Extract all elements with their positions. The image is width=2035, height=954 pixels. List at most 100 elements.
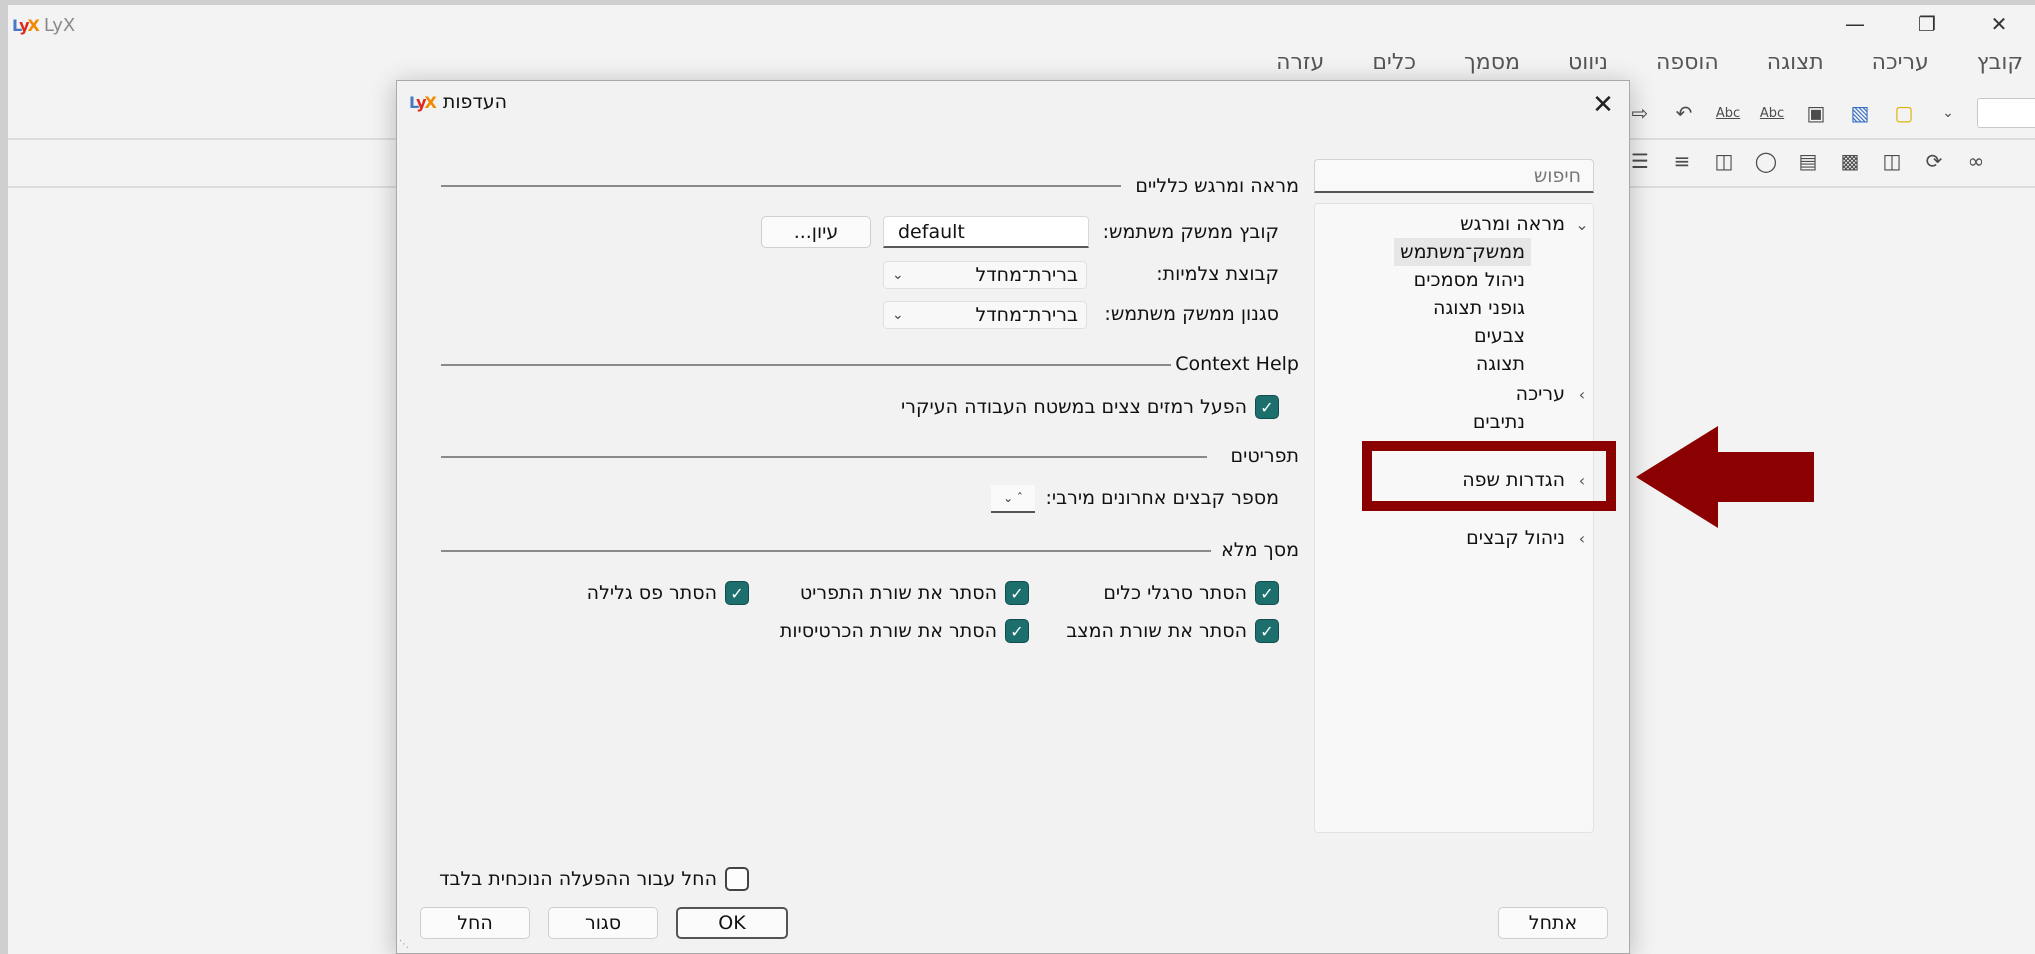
close-button[interactable]: סגור (548, 907, 658, 939)
apply-current-session-checkbox[interactable]: החל עבור ההפעלה הנוכחית בלבד (439, 865, 749, 893)
ui-file-input[interactable] (883, 216, 1089, 248)
view-icon[interactable]: ◯ (1751, 146, 1781, 176)
category-tree: ⌄ מראה ומרגש ממשק־משתמש ניהול מסמכים גופ… (1314, 203, 1594, 833)
menu-navigate[interactable]: ניווט (1568, 50, 1608, 84)
menu-insert[interactable]: הוספה (1656, 50, 1719, 84)
menu-document[interactable]: מסמך (1464, 50, 1520, 84)
document-icon[interactable]: ▤ (1793, 146, 1823, 176)
tree-item-document-handling[interactable]: ניהול מסמכים (1414, 266, 1525, 294)
ui-style-combo[interactable]: ברירת־מחדל ⌄ (883, 301, 1087, 329)
apply-button[interactable]: החל (420, 907, 530, 939)
menu-edit[interactable]: עריכה (1872, 50, 1929, 84)
spellcheck-icon[interactable]: Abc (1713, 98, 1743, 128)
ui-style-label: סגנון ממשק משתמש: (1104, 303, 1279, 325)
tooltips-checkbox[interactable]: ✓ הפעל רמזים צצים במשטח העבודה העיקרי (901, 393, 1279, 421)
tree-item-label: ממשק־משתמש (1400, 241, 1525, 263)
tree-item-screen-fonts[interactable]: גופני תצוגה (1433, 294, 1525, 322)
annotation-arrow-icon (1636, 426, 1814, 528)
check-icon: ✓ (1255, 395, 1279, 419)
toolbar-row-2: ☰ ≡ ◫ ◯ ▤ ▩ ◫ ⟳ ∞ (1625, 146, 1991, 176)
tree-item-file-handling[interactable]: › ניהול קבצים (1466, 524, 1593, 552)
tree-item-user-interface[interactable]: ממשק־משתמש (1394, 238, 1531, 266)
window-controls: — ❐ ✕ (1819, 6, 2035, 42)
hide-toolbars-checkbox[interactable]: ✓ הסתר סרגלי כלים (1103, 579, 1279, 607)
tree-item-display[interactable]: תצוגה (1476, 350, 1525, 378)
lyx-logo-icon: LyX (12, 15, 40, 35)
recent-files-spinbox[interactable]: ⌄ ˆ (991, 485, 1035, 513)
undo-icon[interactable]: ↶ (1669, 98, 1699, 128)
tree-item-editing[interactable]: › עריכה (1516, 380, 1593, 408)
section-fullscreen: מסך מלא (1221, 537, 1299, 563)
chevron-right-icon: › (1578, 384, 1586, 404)
search-input[interactable] (1314, 159, 1594, 193)
check-icon: ✓ (1255, 581, 1279, 605)
hide-tabbar-checkbox[interactable]: ✓ הסתר את שורת הכרטיסיות (780, 617, 1029, 645)
check-icon: ✓ (725, 581, 749, 605)
checkbox-label: החל עבור ההפעלה הנוכחית בלבד (439, 868, 717, 890)
document-update-icon[interactable]: ▩ (1835, 146, 1865, 176)
close-icon[interactable]: ✕ (1963, 6, 2035, 42)
save-icon[interactable]: ▣ (1801, 98, 1831, 128)
chevron-down-icon: ⌄ (1575, 214, 1589, 234)
hide-statusbar-checkbox[interactable]: ✓ הסתר את שורת המצב (1066, 617, 1279, 645)
icon-set-combo[interactable]: ברירת־מחדל ⌄ (883, 261, 1087, 289)
close-icon[interactable]: ✕ (1585, 87, 1621, 123)
layout-combo[interactable] (1977, 98, 2035, 128)
icon-set-label: קבוצת צלמיות: (1156, 263, 1279, 285)
chevron-down-icon[interactable]: ⌄ (1933, 98, 1963, 128)
combo-value: ברירת־מחדל (975, 264, 1078, 286)
ok-button[interactable]: OK (676, 907, 788, 939)
new-document-icon[interactable]: ▢ (1889, 98, 1919, 128)
menu-view[interactable]: תצוגה (1767, 50, 1824, 84)
lyx-logo-icon: LyX (409, 92, 437, 112)
resize-grip-icon[interactable]: ⋱ (399, 939, 411, 951)
toolbar-row-1: ⇨ ↶ Abc Abc ▣ ▧ ▢ ⌄ (1625, 98, 2035, 128)
tree-item-look-and-feel[interactable]: ⌄ מראה ומרגש (1460, 210, 1593, 238)
dialog-title-area: LyX העדפות (409, 91, 507, 113)
glasses-icon[interactable]: ∞ (1961, 146, 1991, 176)
checkbox-label: הסתר פס גלילה (586, 582, 717, 604)
hide-scrollbar-checkbox[interactable]: ✓ הסתר פס גלילה (587, 579, 749, 607)
tree-item-label: מראה ומרגש (1460, 213, 1565, 235)
section-divider (441, 185, 1121, 187)
tree-item-paths[interactable]: נתיבים (1473, 408, 1525, 436)
tree-item-label: צבעים (1473, 325, 1525, 347)
menu-tools[interactable]: כלים (1372, 50, 1416, 84)
update-icon[interactable]: ◫ (1709, 146, 1739, 176)
check-icon: ✓ (1255, 619, 1279, 643)
combo-value: ברירת־מחדל (975, 304, 1078, 326)
checkbox-label: הסתר סרגלי כלים (1103, 582, 1247, 604)
open-icon[interactable]: ▧ (1845, 98, 1875, 128)
restore-icon[interactable]: ❐ (1891, 6, 1963, 42)
section-divider (441, 456, 1207, 458)
checkbox-label: הסתר את שורת התפריט (799, 582, 997, 604)
preview-icon[interactable]: ◫ (1877, 146, 1907, 176)
menu-help[interactable]: עזרה (1276, 50, 1324, 84)
app-title: LyX (43, 14, 76, 36)
section-general-look-and-feel: מראה ומרגש כלליים (1135, 173, 1299, 199)
tree-item-label: תצוגה (1475, 353, 1525, 375)
section-heading: מסך מלא (1221, 539, 1299, 561)
chevron-right-icon: › (1578, 528, 1586, 548)
dialog-titlebar: LyX העדפות ✕ (397, 81, 1629, 125)
align-icon[interactable]: ≡ (1667, 146, 1697, 176)
section-context-help: Context Help (1175, 351, 1299, 377)
restore-button[interactable]: אתחל (1498, 907, 1608, 939)
refresh-icon[interactable]: ⟳ (1919, 146, 1949, 176)
section-heading: מראה ומרגש כלליים (1135, 175, 1299, 197)
section-divider (441, 364, 1171, 366)
dialog-title: העדפות (442, 91, 508, 113)
tree-item-label: ניהול מסמכים (1413, 269, 1525, 291)
check-icon: ✓ (1005, 581, 1029, 605)
hide-menubar-checkbox[interactable]: ✓ הסתר את שורת התפריט (800, 579, 1029, 607)
ui-file-label: קובץ ממשק משתמש: (1102, 221, 1279, 243)
screen-top-border (0, 0, 2035, 5)
spellcheck-continuous-icon[interactable]: Abc (1757, 98, 1787, 128)
chevron-down-icon: ⌄ (892, 307, 904, 323)
browse-button[interactable]: עיון... (761, 216, 871, 248)
annotation-highlight-box (1362, 441, 1616, 511)
chevron-down-icon: ⌄ (892, 267, 904, 283)
menu-file[interactable]: קובץ (1977, 50, 2023, 84)
tree-item-colors[interactable]: צבעים (1474, 322, 1525, 350)
minimize-icon[interactable]: — (1819, 6, 1891, 42)
